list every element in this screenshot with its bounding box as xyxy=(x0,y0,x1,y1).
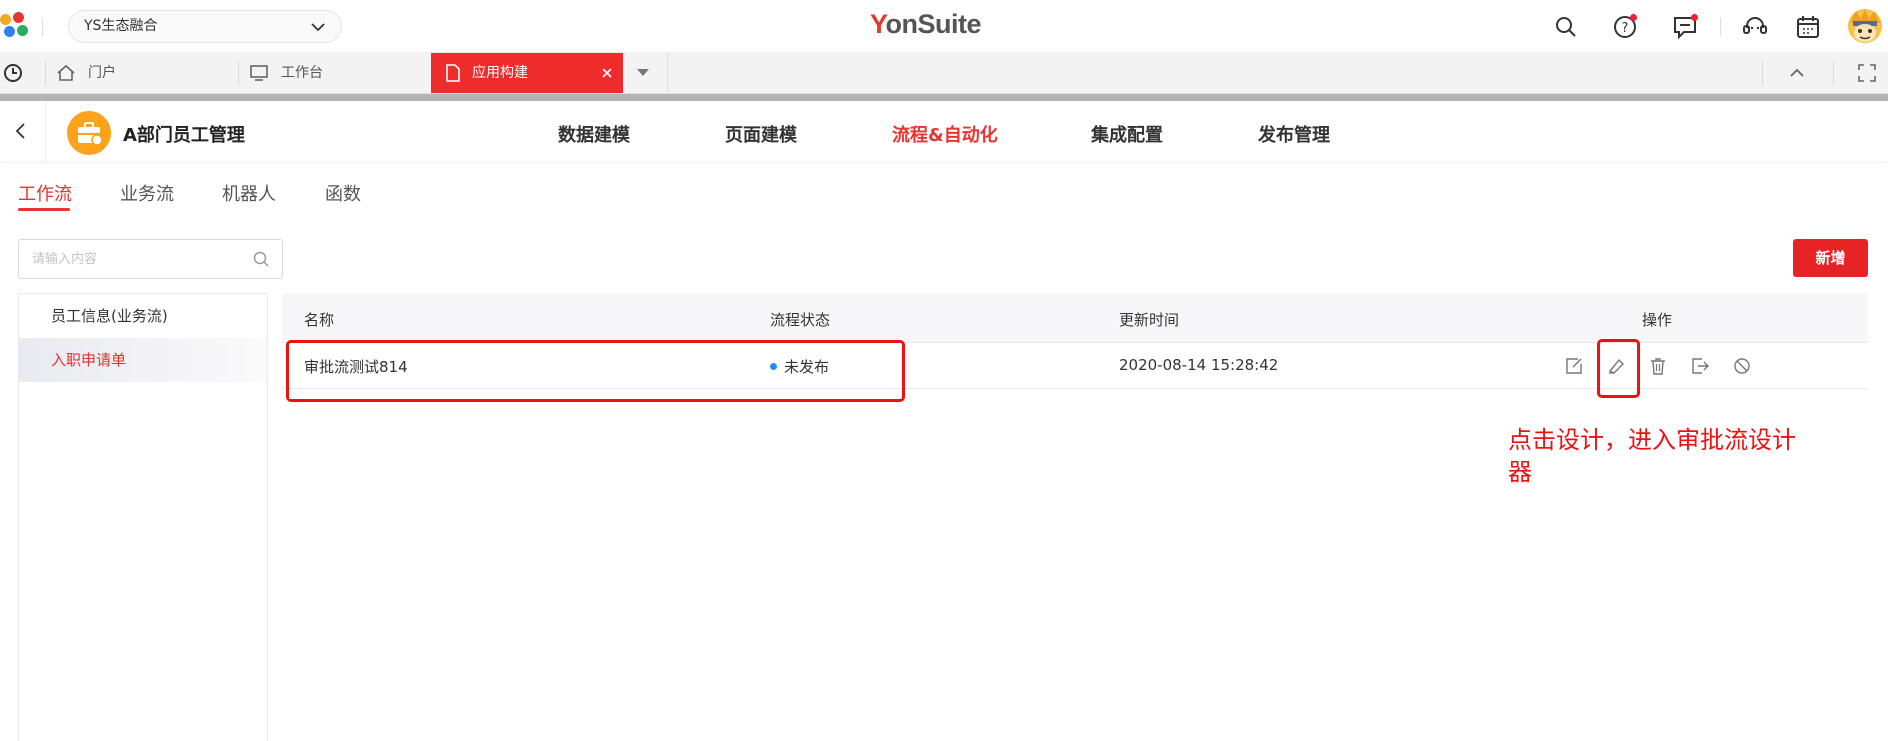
tab-label: 应用构建 xyxy=(472,65,528,81)
svg-text:?: ? xyxy=(1622,21,1629,36)
search-box xyxy=(18,239,283,279)
fullscreen-icon[interactable] xyxy=(1857,63,1877,83)
divider-band xyxy=(0,94,1888,101)
nav-data-modeling[interactable]: 数据建模 xyxy=(558,121,630,147)
active-tab-indicator xyxy=(18,208,70,211)
table-header: 名称 流程状态 更新时间 操作 xyxy=(282,293,1868,343)
search-input[interactable] xyxy=(19,240,244,278)
column-header-name: 名称 xyxy=(304,311,335,329)
edit-icon[interactable] xyxy=(1564,356,1584,376)
notification-dot xyxy=(1691,14,1698,21)
nav-publish-management[interactable]: 发布管理 xyxy=(1258,121,1330,147)
updated-time: 2020-08-14 15:28:42 xyxy=(1119,356,1279,374)
tab-label: 工作台 xyxy=(281,65,323,81)
nav-integration-config[interactable]: 集成配置 xyxy=(1091,121,1163,147)
divider xyxy=(667,53,668,93)
highlight-box-design xyxy=(1597,339,1640,398)
list-item-onboarding-form[interactable]: 入职申请单 xyxy=(19,338,267,382)
home-icon xyxy=(57,64,75,81)
divider xyxy=(1833,61,1834,85)
app-title: A部门员工管理 xyxy=(123,125,245,146)
add-button[interactable]: 新增 xyxy=(1793,239,1868,277)
nav-page-modeling[interactable]: 页面建模 xyxy=(725,121,797,147)
close-icon[interactable] xyxy=(601,67,613,79)
divider xyxy=(42,18,43,36)
tab-business-flow[interactable]: 业务流 xyxy=(120,180,174,206)
app-launcher-icon[interactable] xyxy=(0,12,30,40)
top-bar: YS生态融合 YonSuite ? xyxy=(0,0,1888,53)
calendar-icon[interactable] xyxy=(1795,14,1821,40)
monitor-icon xyxy=(250,65,268,81)
avatar[interactable] xyxy=(1848,9,1882,43)
tab-workflow[interactable]: 工作流 xyxy=(18,180,72,206)
column-header-status: 流程状态 xyxy=(770,311,831,329)
highlight-box-row xyxy=(286,340,905,402)
org-select-label: YS生态融合 xyxy=(84,18,158,34)
tab-robot[interactable]: 机器人 xyxy=(222,180,276,206)
annotation-text: 点击设计，进入审批流设计器 xyxy=(1508,426,1796,486)
notification-dot xyxy=(1630,14,1637,21)
column-header-updated: 更新时间 xyxy=(1119,311,1180,329)
disable-icon[interactable] xyxy=(1732,356,1752,376)
chevron-left-icon xyxy=(15,123,25,139)
chevron-down-icon xyxy=(311,23,325,32)
tab-label: 门户 xyxy=(88,65,116,81)
app-icon xyxy=(67,111,111,155)
back-button[interactable] xyxy=(0,101,46,161)
tab-app-builder[interactable]: 应用构建 xyxy=(431,53,623,93)
search-icon[interactable] xyxy=(1553,14,1579,40)
org-select[interactable]: YS生态融合 xyxy=(68,10,342,43)
customer-service-icon[interactable] xyxy=(1742,14,1768,40)
collapse-icon[interactable] xyxy=(1788,65,1806,81)
divider xyxy=(1720,18,1721,36)
history-icon[interactable] xyxy=(3,63,23,83)
nav-process-automation[interactable]: 流程&自动化 xyxy=(892,121,998,147)
brand-logo: YonSuite xyxy=(870,9,982,39)
divider xyxy=(1762,61,1763,85)
list-item-employee-info[interactable]: 员工信息(业务流) xyxy=(19,294,267,338)
delete-icon[interactable] xyxy=(1648,356,1668,376)
tab-portal[interactable]: 门户 xyxy=(46,53,238,93)
search-icon[interactable] xyxy=(252,250,270,268)
tab-bar: 门户 工作台 应用构建 xyxy=(0,53,1888,94)
tab-function[interactable]: 函数 xyxy=(325,180,361,206)
tab-dropdown-icon[interactable] xyxy=(636,67,650,79)
tab-workbench[interactable]: 工作台 xyxy=(239,53,431,93)
app-header: A部门员工管理 数据建模 页面建模 流程&自动化 集成配置 发布管理 xyxy=(0,101,1888,161)
avatar-image xyxy=(1848,9,1882,43)
export-icon[interactable] xyxy=(1690,356,1710,376)
column-header-actions: 操作 xyxy=(1642,311,1673,329)
form-list-panel: 员工信息(业务流) 入职申请单 xyxy=(18,293,268,741)
briefcase-icon xyxy=(78,122,103,146)
document-icon xyxy=(446,64,460,82)
